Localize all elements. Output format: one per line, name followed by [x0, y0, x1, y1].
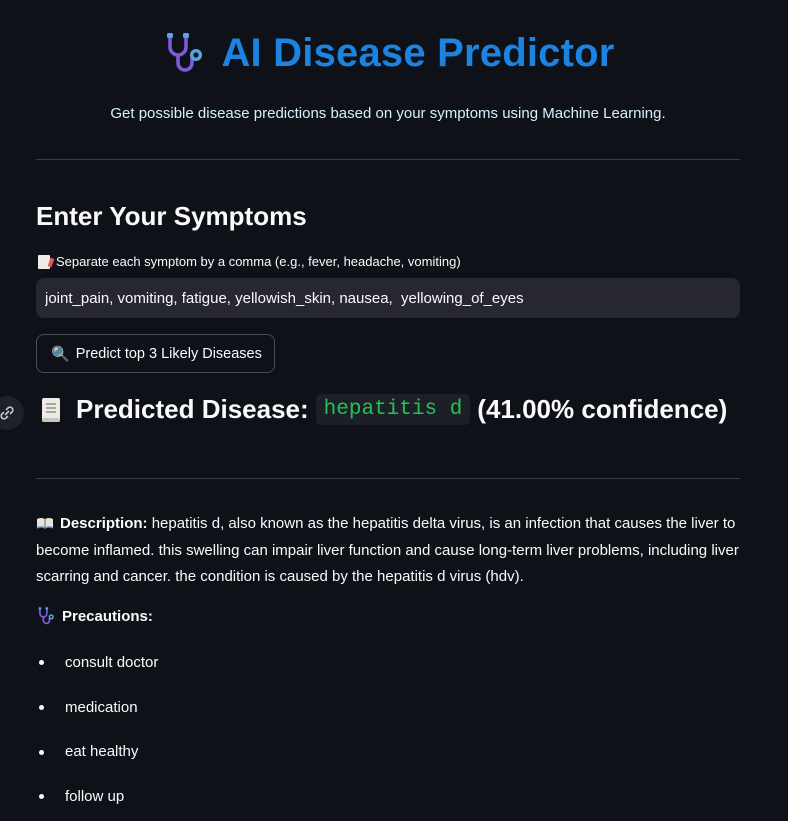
bullet-icon: [36, 699, 65, 716]
memo-icon: [38, 254, 50, 269]
scroll-icon: [42, 397, 60, 422]
app-title: AI Disease Predictor: [221, 30, 615, 75]
book-icon: [36, 518, 54, 529]
precaution-text: consult doctor: [65, 653, 159, 671]
stethoscope-icon: [38, 607, 54, 625]
stethoscope-icon: [167, 33, 203, 72]
precaution-text: eat healthy: [65, 743, 139, 761]
precautions-list: consult doctor medication eat healthy fo…: [36, 640, 158, 819]
bullet-icon: [36, 654, 65, 671]
list-item: eat healthy: [36, 729, 158, 774]
top-divider: [36, 159, 740, 160]
precaution-text: follow up: [65, 787, 125, 805]
precautions-heading: Precautions:: [36, 606, 153, 626]
predicted-disease-value: hepatitis d: [315, 394, 471, 425]
list-item: consult doctor: [36, 640, 158, 685]
symptoms-helper: Separate each symptom by a comma (e.g., …: [38, 254, 461, 269]
bullet-icon: [36, 743, 65, 760]
app-subtitle: Get possible disease predictions based o…: [110, 105, 666, 122]
helper-text: Separate each symptom by a comma (e.g., …: [56, 254, 461, 269]
description-block: Description: hepatitis d, also known as …: [36, 511, 746, 591]
predict-button[interactable]: 🔍 Predict top 3 Likely Diseases: [36, 334, 275, 373]
bullet-icon: [36, 788, 65, 805]
title-row: AI Disease Predictor: [0, 30, 776, 76]
list-item: follow up: [36, 774, 158, 819]
description-label: Description:: [60, 515, 148, 532]
precautions-label: Precautions:: [62, 607, 153, 625]
link-glyph-icon: [0, 406, 14, 420]
predict-button-label: Predict top 3 Likely Diseases: [75, 345, 262, 362]
list-item: medication: [36, 685, 158, 730]
result-divider: [36, 478, 740, 479]
symptoms-heading: Enter Your Symptoms: [36, 201, 307, 231]
prediction-confidence: (41.00% confidence): [477, 394, 728, 424]
app-page: AI Disease Predictor Get possible diseas…: [0, 0, 788, 821]
predicted-label: Predicted Disease:: [76, 394, 309, 424]
predicted-disease-heading: Predicted Disease: hepatitis d (41.00% c…: [40, 394, 727, 425]
precaution-text: medication: [65, 698, 138, 716]
symptoms-input[interactable]: [36, 278, 740, 318]
magnifier-icon: 🔍: [51, 345, 70, 363]
link-icon[interactable]: [0, 396, 24, 430]
